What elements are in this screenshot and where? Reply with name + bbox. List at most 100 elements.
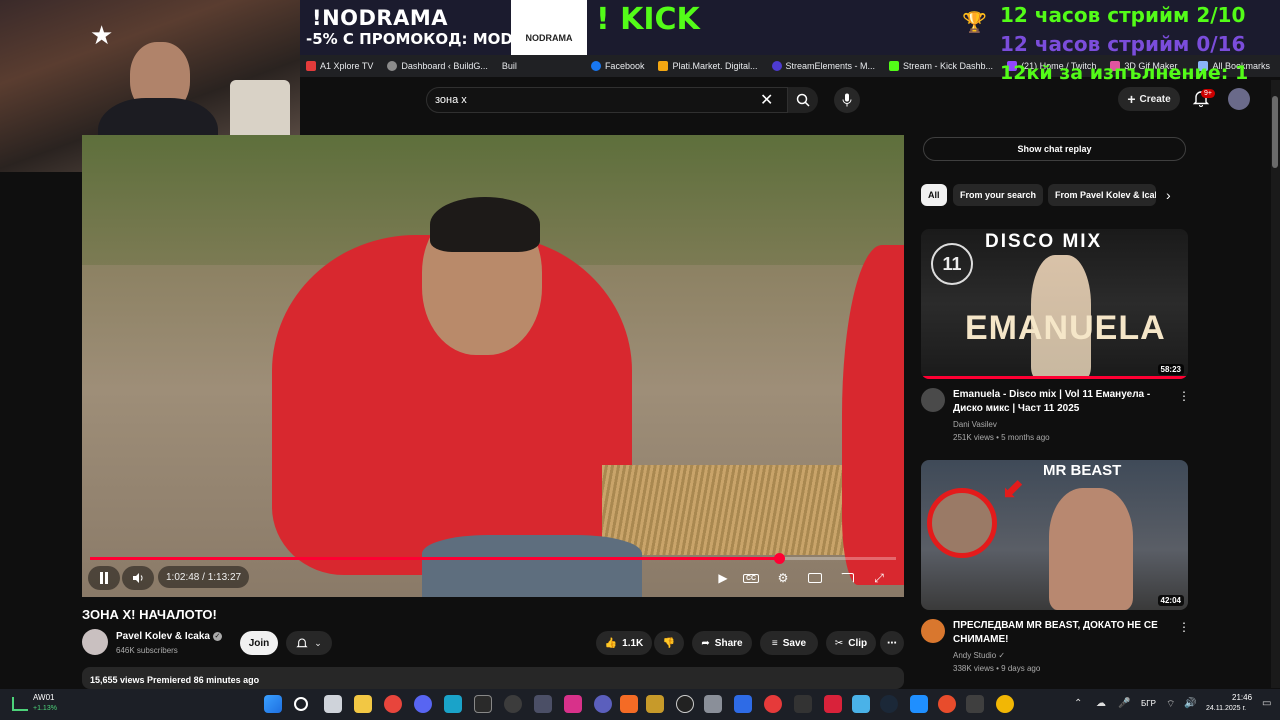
- scrollbar-thumb[interactable]: [1272, 96, 1278, 168]
- thumbs-down-icon: 👎: [662, 637, 676, 649]
- save-button[interactable]: ≡ Save: [760, 631, 818, 655]
- scrollbar[interactable]: [1271, 80, 1280, 688]
- channel-name[interactable]: Pavel Kolev & Icaka ✓: [116, 631, 222, 642]
- recommendation-channel[interactable]: Andy Studio ✓: [953, 651, 1005, 660]
- stock-widget-icon[interactable]: [12, 697, 28, 711]
- search-icon: [796, 93, 810, 107]
- clip-button[interactable]: ✂ Clip: [826, 631, 876, 655]
- more-vertical-icon[interactable]: ⋮: [1178, 389, 1190, 403]
- chip-from-your-search[interactable]: From your search: [953, 184, 1044, 206]
- file-explorer-icon[interactable]: [354, 695, 372, 713]
- join-button[interactable]: Join: [240, 631, 278, 655]
- microphone-icon[interactable]: 🎤: [1118, 698, 1130, 709]
- stream-goal-1: 12 часов стрийм 2/10: [1000, 3, 1246, 27]
- discord-icon[interactable]: [414, 695, 432, 713]
- stock-name[interactable]: AW01: [33, 693, 55, 702]
- app-icon[interactable]: [504, 695, 522, 713]
- bookmark-item[interactable]: Dashboard ‹ BuildG...: [387, 61, 488, 71]
- recommendation-title[interactable]: ПРЕСЛЕДВАМ MR BEAST, ДОКАТО НЕ СЕ СНИМАМ…: [953, 619, 1165, 647]
- app-icon[interactable]: [704, 695, 722, 713]
- subscription-bell-button[interactable]: ⌄: [286, 631, 332, 655]
- epic-games-icon[interactable]: [794, 695, 812, 713]
- miniplayer-icon[interactable]: [806, 569, 824, 587]
- volume-button[interactable]: [122, 566, 154, 590]
- like-button[interactable]: 👍 1.1K: [596, 631, 652, 655]
- app-icon[interactable]: [938, 695, 956, 713]
- video-person-hair: [430, 197, 540, 252]
- chrome-icon[interactable]: [996, 695, 1014, 713]
- app-icon[interactable]: [620, 695, 638, 713]
- channel-avatar[interactable]: [82, 629, 108, 655]
- app-icon[interactable]: [764, 695, 782, 713]
- chip-all[interactable]: All: [921, 184, 947, 206]
- app-icon[interactable]: [676, 695, 694, 713]
- app-icon[interactable]: [734, 695, 752, 713]
- app-icon[interactable]: [966, 695, 984, 713]
- chevron-right-icon[interactable]: ›: [1166, 187, 1171, 203]
- notification-center-icon[interactable]: ▭: [1262, 698, 1271, 709]
- wifi-icon[interactable]: ⌔: [1166, 698, 1175, 711]
- start-windows-icon[interactable]: [264, 695, 282, 713]
- show-chat-replay-button[interactable]: Show chat replay: [923, 137, 1186, 161]
- channel-avatar[interactable]: [921, 619, 945, 643]
- app-icon[interactable]: [910, 695, 928, 713]
- recommendation-thumbnail[interactable]: 11 DISCO MIX EMANUELA 58:23: [921, 229, 1188, 379]
- thumb-person-left: [927, 488, 997, 558]
- voice-search-button[interactable]: [834, 87, 860, 113]
- settings-gear-icon[interactable]: ⚙: [774, 569, 792, 587]
- channel-avatar[interactable]: [921, 388, 945, 412]
- bookmark-item[interactable]: StreamElements - M...: [771, 61, 875, 71]
- duration-badge: 58:23: [1157, 364, 1184, 375]
- search-button[interactable]: [788, 87, 818, 113]
- app-icon[interactable]: [474, 695, 492, 713]
- thumb-arrow: ⬋: [1001, 473, 1025, 504]
- bookmark-item[interactable]: Facebook: [590, 61, 644, 71]
- autoplay-toggle-icon[interactable]: ▶: [714, 569, 732, 587]
- account-avatar[interactable]: [1228, 88, 1250, 110]
- pause-button[interactable]: [88, 566, 120, 590]
- steam-icon[interactable]: [880, 695, 898, 713]
- video-player[interactable]: [82, 135, 904, 597]
- chip-from-channel[interactable]: From Pavel Kolev & Icaka: [1048, 184, 1156, 206]
- volume-icon[interactable]: 🔊: [1184, 698, 1196, 709]
- bookmark-item[interactable]: Plati.Market. Digital...: [658, 61, 758, 71]
- share-button[interactable]: ➦ Share: [692, 631, 752, 655]
- app-icon[interactable]: [594, 695, 612, 713]
- clock-time[interactable]: 21:46: [1232, 693, 1252, 702]
- chrome-icon[interactable]: [384, 695, 402, 713]
- tray-overflow-icon[interactable]: ⌃: [1074, 698, 1082, 709]
- progress-scrubber[interactable]: [774, 553, 785, 564]
- app-icon[interactable]: [534, 695, 552, 713]
- bookmark-item[interactable]: A1 Xplore TV: [306, 61, 373, 71]
- cloud-icon[interactable]: ☁: [1096, 698, 1106, 709]
- task-view-icon[interactable]: [324, 695, 342, 713]
- cast-icon[interactable]: [838, 569, 856, 587]
- more-actions-button[interactable]: ⋯: [880, 631, 904, 655]
- app-icon[interactable]: [852, 695, 870, 713]
- fullscreen-icon[interactable]: ⤢: [870, 569, 888, 587]
- app-icon[interactable]: [564, 695, 582, 713]
- more-vertical-icon[interactable]: ⋮: [1178, 620, 1190, 634]
- thumb-heading: DISCO MIX: [985, 231, 1103, 252]
- app-icon[interactable]: [824, 695, 842, 713]
- recommendation-channel[interactable]: Dani Vasilev: [953, 420, 997, 429]
- stream-goal-3: 12кй за изпълнение: 1: [1000, 62, 1249, 84]
- language-indicator[interactable]: БГР: [1141, 699, 1156, 708]
- bookmark-icon: [306, 61, 316, 71]
- recommendation-title[interactable]: Emanuela - Disco mix | Vol 11 Емануела -…: [953, 388, 1165, 416]
- captions-icon[interactable]: CC: [742, 569, 760, 587]
- search-value: зона х: [435, 94, 467, 106]
- dislike-button[interactable]: 👎: [654, 631, 684, 655]
- stock-change: +1.13%: [33, 705, 57, 712]
- save-playlist-icon: ≡: [771, 637, 778, 649]
- recommendation-thumbnail[interactable]: ⬋ MR BEAST 42:04: [921, 460, 1188, 610]
- bookmark-item[interactable]: Buil: [502, 61, 517, 71]
- create-button[interactable]: + Create: [1118, 87, 1180, 111]
- app-icon[interactable]: [646, 695, 664, 713]
- clock-date[interactable]: 24.11.2025 г.: [1206, 705, 1246, 712]
- bookmark-item[interactable]: Stream - Kick Dashb...: [889, 61, 993, 71]
- app-icon[interactable]: [444, 695, 462, 713]
- clear-search-icon[interactable]: ✕: [760, 90, 773, 110]
- search-icon[interactable]: [294, 697, 308, 711]
- search-input[interactable]: зона х: [426, 87, 788, 113]
